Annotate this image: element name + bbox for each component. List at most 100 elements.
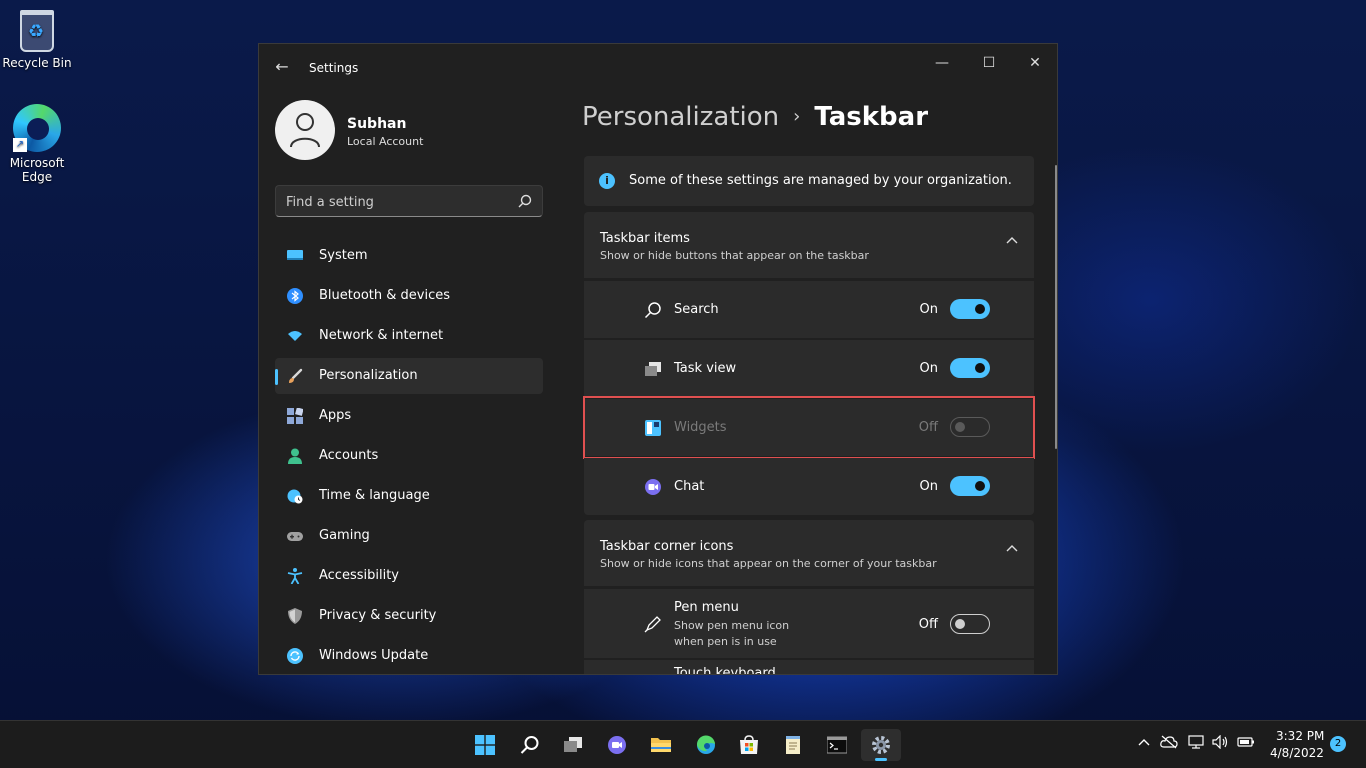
account-type: Local Account	[347, 135, 424, 148]
store-icon	[740, 735, 758, 754]
task-view-toggle[interactable]	[950, 358, 990, 378]
sidebar-item-apps[interactable]: Apps	[275, 398, 543, 434]
terminal-icon	[827, 736, 847, 754]
file-explorer-button[interactable]	[641, 729, 681, 761]
active-app-indicator	[875, 758, 887, 761]
search-icon[interactable]	[518, 194, 532, 208]
settings-taskbar-button[interactable]	[861, 729, 901, 761]
search-input[interactable]	[286, 192, 506, 212]
network-tray-icon[interactable]	[1188, 735, 1206, 753]
sidebar-item-label: Windows Update	[319, 648, 429, 663]
chat-button[interactable]	[597, 729, 637, 761]
row-label: Search	[674, 302, 719, 317]
maximize-button[interactable]: ☐	[966, 50, 1012, 76]
sidebar-item-label: Apps	[319, 408, 352, 423]
desktop-recycle-bin[interactable]: Recycle Bin	[0, 10, 74, 70]
shield-icon	[288, 608, 302, 624]
row-label: Task view	[674, 361, 737, 376]
sidebar-item-label: Network & internet	[319, 328, 444, 343]
close-button[interactable]: ✕	[1012, 50, 1057, 76]
notification-badge[interactable]: 2	[1330, 736, 1346, 752]
minimize-button[interactable]: —	[919, 50, 965, 76]
toggle-state-text: Off	[918, 617, 938, 632]
clock-time[interactable]: 3:32 PM	[1276, 729, 1324, 743]
row-label: Chat	[674, 479, 705, 494]
desktop-edge[interactable]: ↗ Microsoft Edge	[0, 104, 74, 184]
gear-icon	[872, 736, 890, 754]
corner-icons-header[interactable]: Taskbar corner icons Show or hide icons …	[584, 520, 1034, 586]
monitor-icon	[287, 250, 303, 260]
search-toggle[interactable]	[950, 299, 990, 319]
chevron-up-icon[interactable]	[1006, 544, 1018, 552]
edge-icon	[696, 735, 715, 754]
settings-search[interactable]	[275, 185, 543, 217]
taskbar-item-search: Search On	[584, 281, 1034, 338]
taskbar-items-header[interactable]: Taskbar items Show or hide buttons that …	[584, 212, 1034, 278]
sidebar-item-privacy[interactable]: Privacy & security	[275, 598, 543, 634]
sidebar-item-network[interactable]: Network & internet	[275, 318, 543, 354]
toggle-state-text: On	[919, 361, 938, 376]
task-view-button[interactable]	[553, 729, 593, 761]
brush-icon	[289, 368, 303, 383]
row-label: Touch keyboard	[674, 666, 776, 675]
notepad-button[interactable]	[773, 729, 813, 761]
onedrive-tray-icon[interactable]	[1160, 735, 1178, 753]
start-button[interactable]	[465, 729, 505, 761]
pen-menu-toggle[interactable]	[950, 614, 990, 634]
sidebar-item-accounts[interactable]: Accounts	[275, 438, 543, 474]
battery-tray-icon[interactable]	[1237, 735, 1255, 753]
info-text: Some of these settings are managed by yo…	[629, 173, 1012, 188]
breadcrumb: Personalization › Taskbar	[582, 102, 928, 132]
sidebar-item-label: Time & language	[319, 488, 430, 503]
title-bar[interactable]: ← Settings — ☐ ✕	[259, 44, 1057, 90]
windows-logo-icon	[475, 735, 495, 755]
volume-tray-icon[interactable]	[1212, 734, 1230, 753]
section-title: Taskbar corner icons	[600, 539, 734, 554]
sidebar-item-windows-update[interactable]: Windows Update	[275, 638, 543, 674]
corner-item-touch-keyboard: Touch keyboard	[584, 660, 1034, 675]
breadcrumb-parent[interactable]: Personalization	[582, 102, 779, 132]
section-subtitle: Show or hide buttons that appear on the …	[600, 249, 869, 262]
edge-button[interactable]	[686, 729, 726, 761]
sidebar-item-label: Gaming	[319, 528, 370, 543]
terminal-button[interactable]	[817, 729, 857, 761]
recycle-bin-label: Recycle Bin	[2, 56, 72, 70]
chevron-up-icon	[1138, 739, 1150, 746]
sidebar-item-personalization[interactable]: Personalization	[275, 358, 543, 394]
edge-icon: ↗	[13, 104, 61, 152]
edge-label-line1: Microsoft	[9, 156, 65, 170]
chevron-up-icon[interactable]	[1006, 236, 1018, 244]
chat-toggle[interactable]	[950, 476, 990, 496]
section-title: Taskbar items	[600, 231, 690, 246]
window-title: Settings	[309, 61, 359, 75]
sidebar-item-accessibility[interactable]: Accessibility	[275, 558, 543, 594]
toggle-state-text: On	[919, 479, 938, 494]
accessibility-icon	[287, 568, 303, 584]
edge-label-line2: Edge	[21, 170, 53, 184]
shortcut-arrow-icon: ↗	[13, 138, 27, 152]
row-label: Pen menu	[674, 600, 739, 615]
battery-icon	[1237, 737, 1254, 747]
sidebar-item-bluetooth[interactable]: Bluetooth & devices	[275, 278, 543, 314]
wifi-icon	[288, 331, 302, 341]
back-button[interactable]: ←	[271, 56, 293, 78]
sidebar-item-system[interactable]: System	[275, 238, 543, 274]
widgets-highlight-box	[583, 396, 1035, 459]
person-avatar-icon	[290, 113, 320, 148]
sidebar-item-gaming[interactable]: Gaming	[275, 518, 543, 554]
avatar[interactable]	[275, 100, 335, 160]
sidebar-item-label: Privacy & security	[319, 608, 437, 623]
clock-date[interactable]: 4/8/2022	[1270, 746, 1324, 760]
content-scrollbar[interactable]	[1055, 165, 1057, 449]
sidebar-item-time-language[interactable]: Time & language	[275, 478, 543, 514]
sidebar-item-label: System	[319, 248, 368, 263]
row-description: Show pen menu icon when pen is in use	[674, 619, 790, 648]
taskbar-search-button[interactable]	[510, 729, 550, 761]
apps-icon	[287, 408, 303, 424]
speaker-icon	[1212, 734, 1228, 750]
chat-icon	[645, 479, 661, 495]
show-hidden-icons-button[interactable]	[1138, 735, 1150, 750]
store-button[interactable]	[729, 729, 769, 761]
info-banner: i Some of these settings are managed by …	[584, 156, 1034, 206]
info-icon: i	[599, 173, 615, 189]
